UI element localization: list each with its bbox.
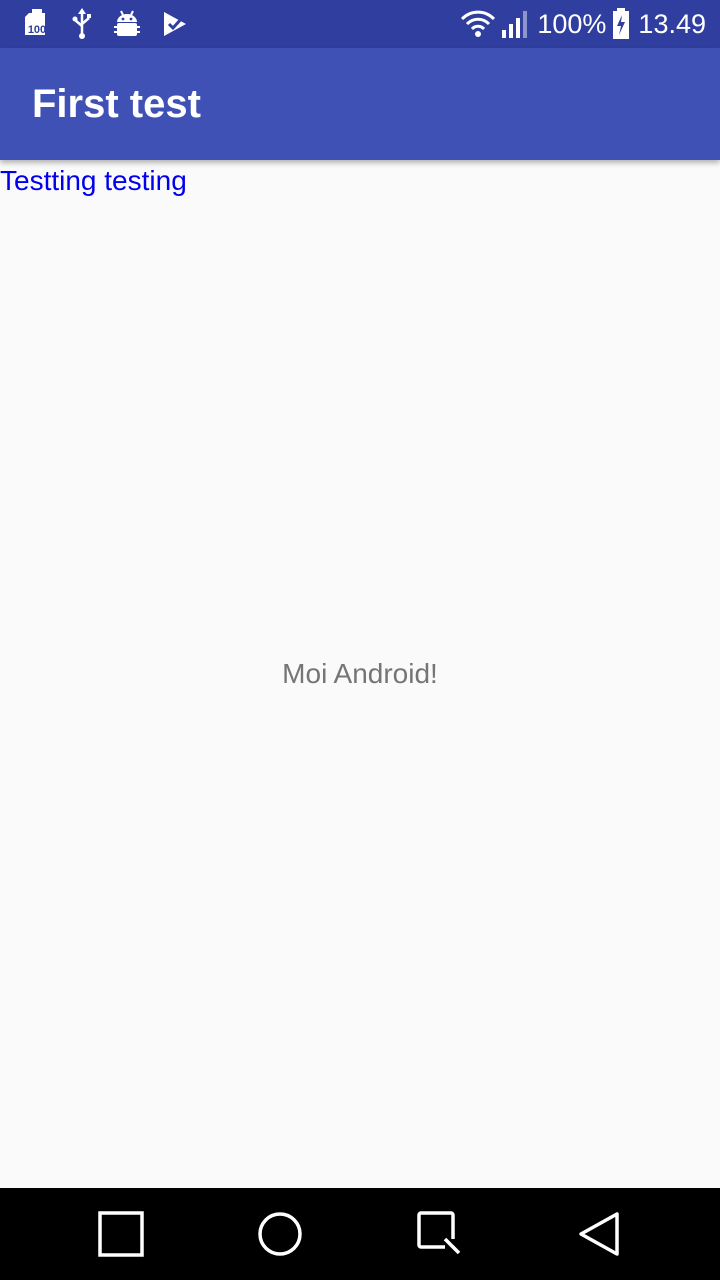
- play-store-icon: [162, 10, 188, 38]
- android-debug-icon: [114, 10, 140, 38]
- status-time: 13.49: [638, 9, 706, 39]
- phone-screen: 100 100% 13.49 First test Testting testi…: [0, 0, 720, 1280]
- svg-text:100: 100: [28, 24, 46, 36]
- circle-icon: [256, 1210, 304, 1258]
- square-nav-button[interactable]: [61, 1188, 181, 1280]
- notification-icons: 100: [24, 8, 188, 40]
- battery-percent: 100%: [537, 9, 607, 39]
- testing-link[interactable]: Testting testing: [0, 164, 187, 198]
- system-status: 100% 13.49: [461, 0, 706, 48]
- memory-100-icon: 100: [24, 9, 50, 39]
- greeting-text: Moi Android!: [282, 658, 438, 689]
- recent-apps-nav-button[interactable]: [380, 1188, 500, 1280]
- main-content: Testting testing Moi Android!: [0, 160, 720, 1188]
- app-bar: First test: [0, 48, 720, 160]
- status-bar: 100 100% 13.49: [0, 0, 720, 48]
- app-title: First test: [32, 82, 201, 126]
- recent-apps-icon: [415, 1209, 465, 1259]
- home-nav-button[interactable]: [220, 1188, 340, 1280]
- back-triangle-icon: [577, 1210, 621, 1258]
- usb-icon: [72, 8, 92, 40]
- signal-icon: [501, 10, 531, 38]
- navigation-bar: [0, 1188, 720, 1280]
- battery-charging-icon: [612, 8, 630, 40]
- square-icon: [98, 1211, 144, 1257]
- wifi-icon: [461, 10, 496, 38]
- back-nav-button[interactable]: [539, 1188, 659, 1280]
